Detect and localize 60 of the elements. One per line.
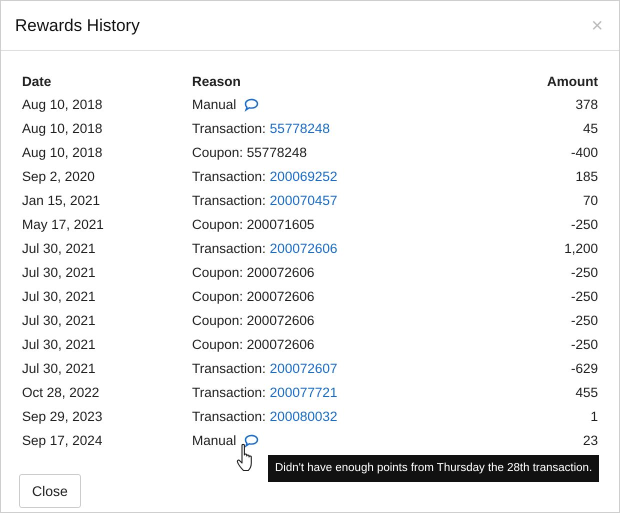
comment-icon[interactable] <box>244 98 260 112</box>
amount-cell-text: 1 <box>590 408 598 426</box>
comment-icon[interactable] <box>244 434 260 448</box>
amount-cell-text: 1,200 <box>564 240 598 258</box>
reason-text: Transaction: <box>192 168 266 186</box>
reason-text: Coupon: 200072606 <box>192 336 316 354</box>
transaction-link[interactable]: 55778248 <box>270 118 330 140</box>
amount-cell-text: -629 <box>570 360 598 378</box>
date-cell-text: Jan 15, 2021 <box>22 192 100 210</box>
reason-text: Transaction: <box>192 360 266 378</box>
amount-cell-text: -250 <box>570 264 598 282</box>
reason-text: Manual <box>192 96 236 114</box>
column-header: Amount <box>547 72 598 91</box>
amount-cell-text: 185 <box>575 168 598 186</box>
date-cell-text: Sep 17, 2024 <box>22 432 102 450</box>
date-cell-text: May 17, 2021 <box>22 216 104 234</box>
reason-text: Transaction: <box>192 192 266 210</box>
date-cell-text: Jul 30, 2021 <box>22 360 96 378</box>
transaction-link[interactable]: 200077721 <box>270 382 338 404</box>
reason-text: Manual <box>192 432 236 450</box>
amount-cell-text: 455 <box>575 384 598 402</box>
date-cell-text: Aug 10, 2018 <box>22 120 102 138</box>
reason-text: Transaction: <box>192 408 266 426</box>
amount-cell-text: -400 <box>570 144 598 162</box>
transaction-link[interactable]: 200072606 <box>270 238 338 260</box>
column-header: Reason <box>192 72 241 91</box>
transaction-link[interactable]: 200080032 <box>270 406 338 428</box>
amount-cell-text: -250 <box>570 216 598 234</box>
reason-text: Coupon: 55778248 <box>192 144 308 162</box>
column-header: Date <box>22 72 52 91</box>
date-cell-text: Oct 28, 2022 <box>22 384 100 402</box>
reason-text: Transaction: <box>192 120 266 138</box>
date-cell-text: Jul 30, 2021 <box>22 336 96 354</box>
amount-cell-text: 70 <box>582 192 598 210</box>
amount-cell-text: 45 <box>582 120 598 138</box>
amount-cell-text: 378 <box>575 96 598 114</box>
date-cell-text: Jul 30, 2021 <box>22 264 96 282</box>
reason-text: Coupon: 200072606 <box>192 312 316 330</box>
transaction-link[interactable]: 200072607 <box>270 358 338 380</box>
transaction-link[interactable]: 200070457 <box>270 190 338 212</box>
date-cell-text: Jul 30, 2021 <box>22 312 96 330</box>
date-cell-text: Aug 10, 2018 <box>22 96 102 114</box>
reason-text: Coupon: 200071605 <box>192 216 316 234</box>
reason-text: Coupon: 200072606 <box>192 264 316 282</box>
tooltip: Didn't have enough points from Thursday the 28th transaction. <box>268 454 600 482</box>
date-cell-text: Jul 30, 2021 <box>22 240 96 258</box>
amount-cell-text: 23 <box>582 432 598 450</box>
close-button[interactable]: Close <box>19 474 81 508</box>
reason-text: Transaction: <box>192 240 266 258</box>
reason-text: Coupon: 200072606 <box>192 288 316 306</box>
date-cell-text: Sep 29, 2023 <box>22 408 102 426</box>
amount-cell-text: -250 <box>570 288 598 306</box>
amount-cell-text: -250 <box>570 336 598 354</box>
date-cell-text: Sep 2, 2020 <box>22 168 95 186</box>
date-cell-text: Aug 10, 2018 <box>22 144 102 162</box>
reason-text: Transaction: <box>192 384 266 402</box>
date-cell-text: Jul 30, 2021 <box>22 288 96 306</box>
transaction-link[interactable]: 200069252 <box>270 166 338 188</box>
amount-cell-text: -250 <box>570 312 598 330</box>
dialog-title: Rewards History <box>15 14 140 37</box>
